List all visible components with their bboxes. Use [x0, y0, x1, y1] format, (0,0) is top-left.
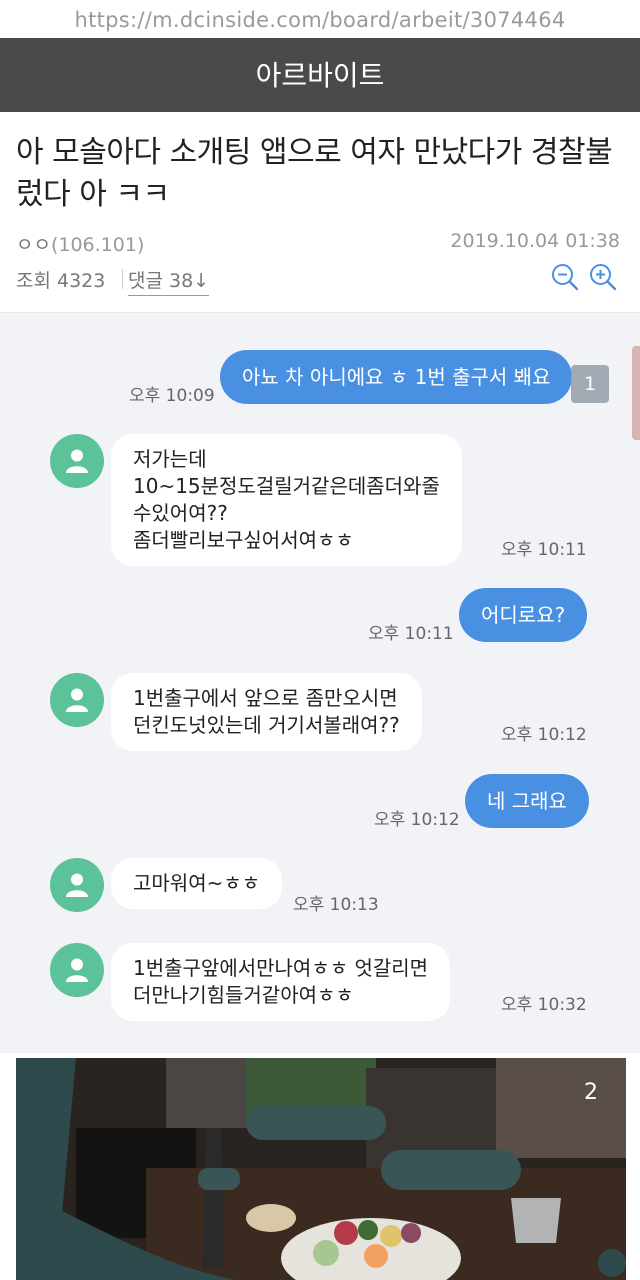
author-ip: (106.101)	[50, 234, 145, 256]
message-bubble-outgoing: 네 그래요	[465, 774, 589, 828]
avatar	[50, 673, 104, 727]
message-line: 저가는데	[133, 447, 207, 471]
post-stats: 조회 4323 댓글 38↓	[16, 264, 620, 298]
message-time: 오후 10:12	[374, 810, 460, 830]
message-time: 오후 10:32	[501, 995, 587, 1015]
view-count: 조회 4323	[16, 270, 106, 292]
message-line: 고마워여~ㅎㅎ	[133, 871, 261, 895]
message-time: 오후 10:11	[368, 624, 454, 644]
message-line: 던킨도넛있는데 거기서볼래여??	[133, 713, 400, 737]
photo-index: 2	[584, 1080, 598, 1105]
message-bubble-outgoing: 어디로요?	[459, 588, 588, 642]
badge-number: 1	[583, 373, 597, 395]
message-text: 아뇨 차 아니에요 ㅎ 1번 출구서 봬요	[242, 365, 551, 389]
message-line: 좀더빨리보구싶어서여ㅎㅎ	[133, 528, 354, 552]
message-line: 10~15분정도걸릴거같은데좀더와줄	[133, 474, 440, 498]
message-text: 어디로요?	[481, 603, 566, 627]
message-bubble-incoming: 저가는데 10~15분정도걸릴거같은데좀더와줄 수있어여?? 좀더빨리보구싶어서…	[111, 434, 462, 566]
post-meta: ㅇㅇ(106.101) 2019.10.04 01:38	[16, 230, 620, 258]
message-time: 오후 10:13	[293, 895, 379, 915]
comment-count: 댓글 38	[128, 270, 194, 292]
author-nickname: ㅇㅇ	[16, 234, 51, 256]
zoom-out-icon	[552, 264, 579, 291]
message-time: 오후 10:09	[129, 386, 215, 406]
message-bubble-outgoing: 아뇨 차 아니에요 ㅎ 1번 출구서 봬요	[220, 350, 573, 404]
photo-scene	[16, 1058, 626, 1280]
image-index-badge: 1	[571, 365, 609, 403]
message-time: 오후 10:12	[501, 725, 587, 745]
person-icon	[66, 873, 88, 897]
message-line: 수있어여??	[133, 501, 228, 525]
divider	[122, 269, 123, 289]
zoom-in-button[interactable]	[588, 262, 618, 292]
url-text: https://m.dcinside.com/board/arbeit/3074…	[74, 8, 566, 32]
message-bubble-incoming: 1번출구앞에서만나여ㅎㅎ 엇갈리면 더만나기힘들거같아여ㅎㅎ	[111, 943, 451, 1021]
message-text: 네 그래요	[487, 789, 567, 813]
post-title: 아 모솔아다 소개팅 앱으로 여자 만났다가 경찰불렀다 아 ㅋㅋ	[16, 135, 613, 212]
author[interactable]: ㅇㅇ(106.101)	[16, 230, 144, 257]
message-line: 1번출구앞에서만나여ㅎㅎ 엇갈리면	[133, 956, 429, 980]
url-bar[interactable]: https://m.dcinside.com/board/arbeit/3074…	[0, 0, 640, 38]
message-line: 1번출구에서 앞으로 좀만오시면	[133, 686, 398, 710]
message-bubble-incoming: 1번출구에서 앞으로 좀만오시면 던킨도넛있는데 거기서볼래여??	[111, 673, 422, 751]
arrow-down-icon: ↓	[193, 270, 210, 292]
avatar	[50, 858, 104, 912]
board-header: 아르바이트	[0, 38, 640, 112]
board-title[interactable]: 아르바이트	[256, 59, 385, 92]
avatar	[50, 943, 104, 997]
zoom-in-icon	[590, 264, 617, 291]
post-date: 2019.10.04 01:38	[450, 230, 620, 252]
person-icon	[66, 958, 88, 982]
comments-link[interactable]: 댓글 38↓	[128, 266, 210, 296]
zoom-out-button[interactable]	[550, 262, 580, 292]
avatar	[50, 434, 104, 488]
message-bubble-incoming: 고마워여~ㅎㅎ	[111, 858, 283, 909]
message-line: 더만나기힘들거같아여ㅎㅎ	[133, 983, 354, 1007]
scroll-handle[interactable]	[632, 346, 640, 440]
attached-photo[interactable]: 2	[16, 1058, 626, 1280]
chat-screenshot-image: 아뇨 차 아니에요 ㅎ 1번 출구서 봬요 1 오후 10:09 저가는데 10…	[0, 313, 640, 1053]
message-time: 오후 10:11	[501, 540, 587, 560]
person-icon	[66, 449, 88, 473]
person-icon	[66, 688, 88, 712]
